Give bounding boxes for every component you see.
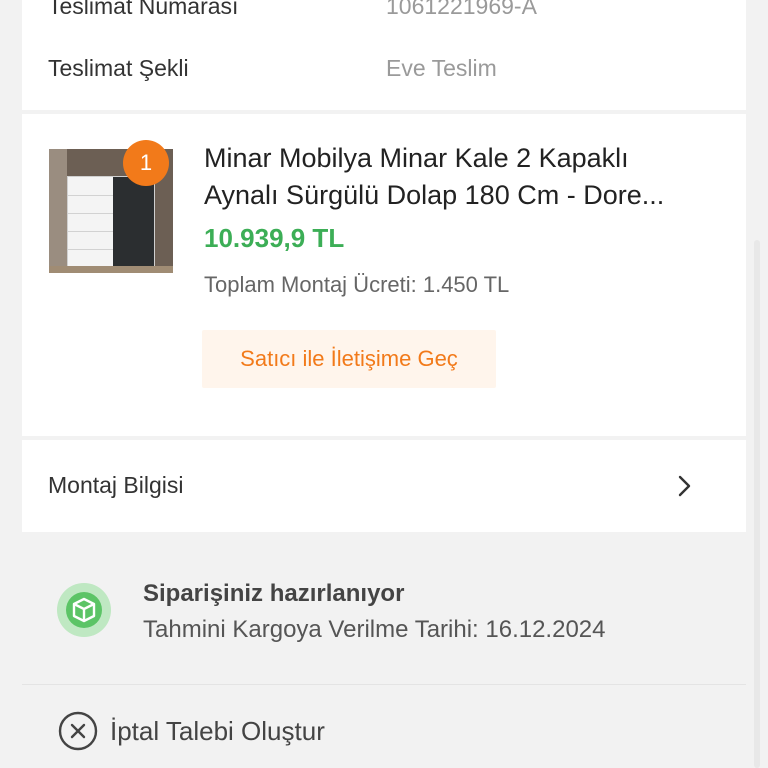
delivery-number-row: Teslimat Numarası 1061221969-A xyxy=(48,0,746,26)
chevron-right-icon xyxy=(678,475,691,497)
mounting-info-row[interactable]: Montaj Bilgisi xyxy=(22,440,746,532)
close-circle-icon xyxy=(58,711,98,751)
product-title-line-2: Aynalı Sürgülü Dolap 180 Cm - Dore... xyxy=(204,180,665,210)
order-status-title: Siparişiniz hazırlanıyor xyxy=(143,580,405,607)
product-title[interactable]: Minar Mobilya Minar Kale 2 Kapaklı Aynal… xyxy=(204,140,724,214)
delivery-number-label: Teslimat Numarası xyxy=(48,0,239,19)
delivery-number-value: 1061221969-A xyxy=(386,0,537,19)
product-card: 1 Minar Mobilya Minar Kale 2 Kapaklı Ayn… xyxy=(22,114,746,436)
quantity-badge: 1 xyxy=(123,140,169,186)
order-status-panel: Siparişiniz hazırlanıyor Tahmini Kargoya… xyxy=(22,536,746,684)
delivery-method-label: Teslimat Şekli xyxy=(48,54,189,81)
product-title-line-1: Minar Mobilya Minar Kale 2 Kapaklı xyxy=(204,143,629,173)
product-price: 10.939,9 TL xyxy=(204,223,345,253)
delivery-info-card: Teslimat Numarası 1061221969-A Teslimat … xyxy=(22,0,746,110)
estimated-shipping-date: Tahmini Kargoya Verilme Tarihi: 16.12.20… xyxy=(143,616,606,643)
mounting-fee: Toplam Montaj Ücreti: 1.450 TL xyxy=(204,272,510,297)
package-check-icon xyxy=(57,583,111,637)
delivery-method-row: Teslimat Şekli Eve Teslim xyxy=(48,48,746,88)
mounting-info-label: Montaj Bilgisi xyxy=(48,472,184,498)
contact-seller-button[interactable]: Satıcı ile İletişime Geç xyxy=(202,330,496,388)
cancel-request-label: İptal Talebi Oluştur xyxy=(110,716,325,746)
delivery-method-value: Eve Teslim xyxy=(386,54,497,81)
cancel-request-button[interactable]: İptal Talebi Oluştur xyxy=(22,685,746,768)
scrollbar[interactable] xyxy=(754,240,760,768)
